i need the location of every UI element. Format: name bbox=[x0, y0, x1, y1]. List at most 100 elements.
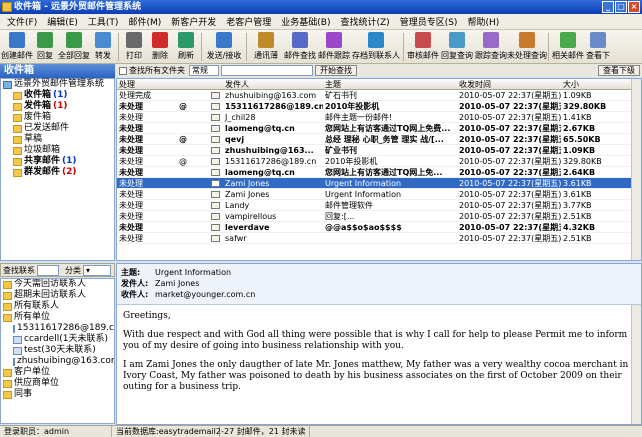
toolbar-button[interactable]: 全部回复 bbox=[58, 30, 90, 63]
column-header[interactable]: 收发时间 bbox=[457, 79, 561, 89]
toolbar-button[interactable]: 回复查询 bbox=[440, 30, 474, 63]
toolbar-button[interactable]: 通讯薄 bbox=[249, 30, 283, 63]
folder-item[interactable]: 发件箱 (1) bbox=[1, 101, 114, 112]
menu-item[interactable]: 文件(F) bbox=[2, 15, 42, 28]
folder-icon bbox=[13, 113, 22, 122]
column-header[interactable]: 处理 bbox=[117, 79, 177, 89]
folder-root[interactable]: 远景外贸邮件管理系统 bbox=[1, 79, 114, 90]
view-subfolder-button[interactable]: 查看下级 bbox=[598, 65, 640, 76]
folder-item[interactable]: 垃圾邮箱 bbox=[1, 145, 114, 156]
folder-tree: 远景外贸邮件管理系统 收件箱 (1) 发件箱 (1) 废件箱 已发送邮件 草稿 垃圾邮箱 共享邮… bbox=[0, 78, 115, 261]
menu-item[interactable]: 查找统计(Z) bbox=[335, 15, 394, 28]
contact-item[interactable]: 供应商单位 bbox=[1, 378, 114, 389]
toolbar-button[interactable]: 存档到联系人 bbox=[351, 30, 401, 63]
folder-item[interactable]: 已发送邮件 bbox=[1, 123, 114, 134]
toolbar-button[interactable]: 查看下 bbox=[585, 30, 611, 63]
body-paragraph: With due respect and with God all thing … bbox=[123, 330, 628, 351]
toolbar-button[interactable]: 发送/接收 bbox=[204, 30, 244, 63]
toolbar-button[interactable]: 转发 bbox=[90, 30, 116, 63]
contact-item[interactable]: 超期未回访联系人 bbox=[1, 290, 114, 301]
pending-query-icon bbox=[519, 32, 535, 48]
mail-list-scrollbar[interactable] bbox=[631, 79, 641, 260]
mail-row[interactable]: 未处理 Zami Jones Urgent Information 2010-05-0… bbox=[117, 189, 641, 200]
contact-item[interactable]: ccardell(1天未联系) bbox=[1, 334, 114, 345]
folder-icon bbox=[3, 302, 12, 311]
search-mode-select[interactable]: 常规 bbox=[189, 65, 219, 76]
contact-group-select[interactable]: ▾ bbox=[83, 264, 111, 276]
mail-row[interactable]: 处理完成 zhushuibing@163.com 矿石书刊 2010-05-07 22… bbox=[117, 90, 641, 101]
column-header[interactable]: 大小 bbox=[561, 79, 633, 89]
mail-row[interactable]: 未处理 laomeng@tq.cn 您网站上有访客通过TQ网上免... 2010-05… bbox=[117, 167, 641, 178]
toolbar-button[interactable]: 相关邮件 bbox=[551, 30, 585, 63]
search-all-checkbox[interactable] bbox=[119, 66, 127, 75]
delete-icon bbox=[152, 32, 168, 48]
start-search-button[interactable]: 开始查找 bbox=[315, 65, 357, 76]
toolbar-button[interactable]: 回复 bbox=[32, 30, 58, 63]
menu-item[interactable]: 老客户管理 bbox=[221, 15, 276, 28]
preview-scrollbar[interactable] bbox=[631, 305, 641, 424]
menu-item[interactable]: 管理员专区(S) bbox=[395, 15, 463, 28]
close-button[interactable]: × bbox=[628, 1, 640, 13]
folder-count: (1) bbox=[53, 101, 68, 111]
contact-item[interactable]: 15311617286@189.c bbox=[1, 323, 114, 334]
mail-row[interactable]: 未处理 @ qevj 总经 理秘 心职_务管 理实 战/[... 2010-05-07 … bbox=[117, 134, 641, 145]
column-header[interactable]: 主题 bbox=[323, 79, 457, 89]
folder-item[interactable]: 群发邮件 (2) bbox=[1, 167, 114, 178]
mail-row[interactable]: 未处理 vampirellous 回复:[... 2010-05-07 22:37(星… bbox=[117, 211, 641, 222]
menu-item[interactable]: 工具(T) bbox=[83, 15, 124, 28]
contact-item[interactable]: 今天需回访联系人 bbox=[1, 279, 114, 290]
contact-search-label: 查找联系 bbox=[3, 265, 35, 275]
column-header[interactable] bbox=[195, 79, 209, 89]
contact-group-label: 分类 bbox=[65, 265, 81, 275]
toolbar-button[interactable]: 审核邮件 bbox=[406, 30, 440, 63]
minimize-button[interactable]: _ bbox=[602, 1, 614, 13]
mail-search-icon bbox=[292, 32, 308, 48]
attachment-indicator bbox=[177, 123, 195, 133]
mail-row[interactable]: 未处理 laomeng@tq.cn 您网站上有访客通过TQ网上免费... 2010-0… bbox=[117, 123, 641, 134]
column-header[interactable] bbox=[209, 79, 223, 89]
mail-row[interactable]: 未处理 leverdave @@a$$o$ao$$$$ 2010-05-07 22:3… bbox=[117, 222, 641, 233]
toolbar-button[interactable]: 未处理查询 bbox=[507, 30, 547, 63]
toolbar-separator bbox=[548, 33, 549, 61]
search-input[interactable] bbox=[221, 65, 313, 76]
contact-item[interactable]: test(30天未联系) bbox=[1, 345, 114, 356]
menu-item[interactable]: 新客户开发 bbox=[166, 15, 221, 28]
mail-subject: 回复:[... bbox=[325, 212, 355, 221]
contact-search-input[interactable] bbox=[37, 264, 59, 276]
toolbar-button[interactable]: 刷新 bbox=[173, 30, 199, 63]
menu-item[interactable]: 编辑(E) bbox=[42, 15, 83, 28]
contact-item[interactable]: 所有单位 bbox=[1, 312, 114, 323]
folder-item[interactable]: 草稿 bbox=[1, 134, 114, 145]
mail-row[interactable]: 未处理 J_chil28 邮件主题一份邮件! 2010-05-07 22:37(星期五… bbox=[117, 112, 641, 123]
contact-item[interactable]: 客户单位 bbox=[1, 367, 114, 378]
mail-time: 2010-05-07 22:37(星期五) bbox=[459, 113, 561, 122]
contact-item[interactable]: 所有联系人 bbox=[1, 301, 114, 312]
toolbar-button[interactable]: 跟踪查询 bbox=[474, 30, 508, 63]
folder-item[interactable]: 收件箱 (1) bbox=[1, 90, 114, 101]
contact-item[interactable]: zhushuibing@163.com bbox=[1, 356, 114, 367]
mail-row[interactable]: 未处理 Landy 邮件管理软件 2010-05-07 22:37(星期五) 3.77K… bbox=[117, 200, 641, 211]
mail-row[interactable]: 未处理 @15311617286@189.cn 2010年投影机 2010-05-07… bbox=[117, 101, 641, 112]
toolbar-button[interactable]: 打印 bbox=[121, 30, 147, 63]
maximize-button[interactable]: □ bbox=[615, 1, 627, 13]
toolbar-button[interactable]: 邮件查找 bbox=[283, 30, 317, 63]
mail-row[interactable]: 未处理 zhushuibing@163... 矿业书刊 2010-05-07 22:3… bbox=[117, 145, 641, 156]
mail-subject: 矿业书刊 bbox=[325, 146, 357, 155]
menu-item[interactable]: 帮助(H) bbox=[462, 15, 504, 28]
folder-item[interactable]: 废件箱 bbox=[1, 112, 114, 123]
menu-item[interactable]: 邮件(M) bbox=[123, 15, 166, 28]
toolbar-button[interactable]: 邮件跟踪 bbox=[317, 30, 351, 63]
folder-item[interactable]: 共享邮件 (1) bbox=[1, 156, 114, 167]
menu-item[interactable]: 业务基础(B) bbox=[276, 15, 335, 28]
contact-search-bar: 查找联系 分类 ▾ bbox=[0, 263, 115, 277]
preview-body[interactable]: Greetings, With due respect and with God … bbox=[117, 305, 641, 407]
mail-status: 未处理 bbox=[119, 124, 143, 133]
toolbar-button[interactable]: 删除 bbox=[147, 30, 173, 63]
column-header[interactable]: 发件人 bbox=[223, 79, 323, 89]
toolbar-button[interactable]: 创建邮件 bbox=[1, 30, 33, 63]
mail-row[interactable]: 未处理 safwr 2010-05-07 22:37(星期五) 2.51KB bbox=[117, 233, 641, 244]
mail-row[interactable]: 未处理 Zami Jones Urgent Information 2010-05-0… bbox=[117, 178, 641, 189]
column-header[interactable] bbox=[177, 79, 195, 89]
mail-row[interactable]: 未处理 @15311617286@189.cn 2010年投影机 2010-05-07… bbox=[117, 156, 641, 167]
contact-item[interactable]: 同事 bbox=[1, 389, 114, 400]
